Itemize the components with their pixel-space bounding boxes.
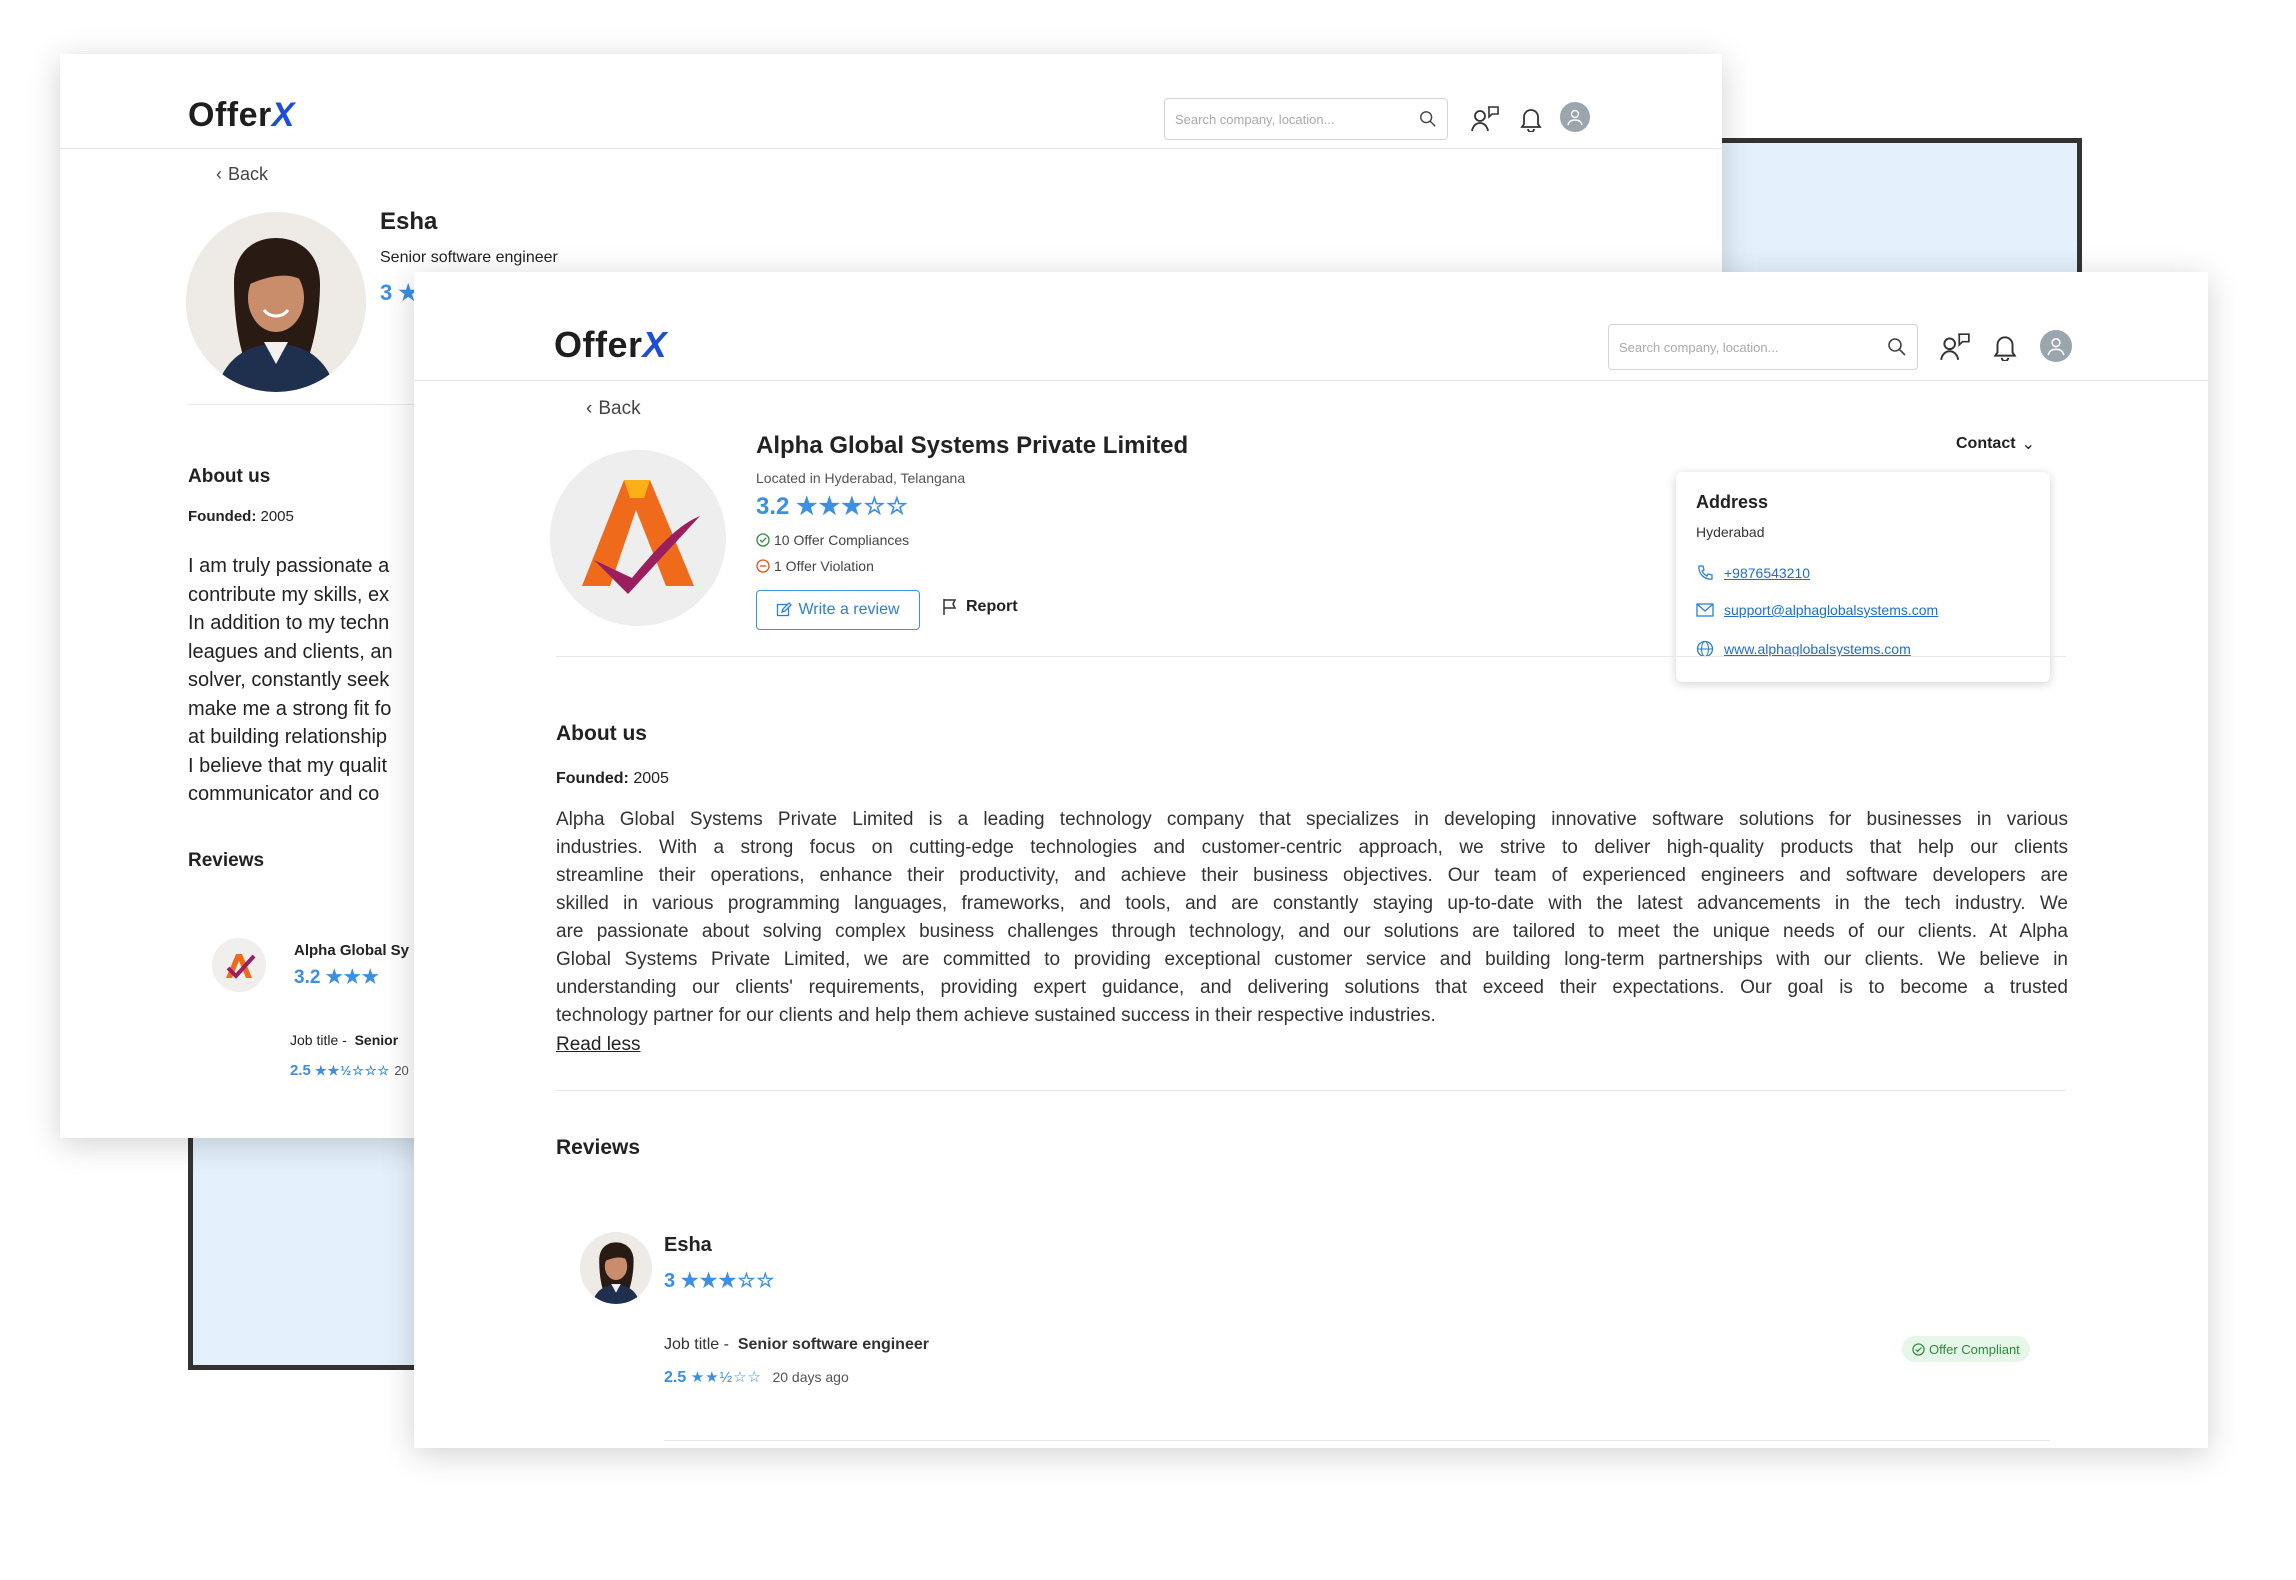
reviewer-avatar <box>186 212 366 392</box>
user-chat-icon[interactable] <box>1468 102 1502 136</box>
account-avatar-icon[interactable] <box>2040 330 2072 362</box>
about-text: I am truly passionate a contribute my sk… <box>188 555 393 805</box>
company-divider <box>556 656 2066 657</box>
phone-icon <box>1698 565 1713 580</box>
company-logo <box>550 450 726 626</box>
address-heading: Address <box>1696 492 1769 512</box>
search-icon <box>1420 111 1436 127</box>
header-divider <box>414 380 2208 381</box>
contact-toggle[interactable]: Contact ⌄ <box>1956 434 2035 454</box>
review-company-name: Alpha Global Sy <box>294 942 410 959</box>
back-link[interactable]: ‹ Back <box>216 164 268 185</box>
report-button[interactable]: Report <box>942 598 1018 616</box>
chevron-left-icon: ‹ <box>586 398 593 419</box>
review-rating: 2.5 ★★½☆☆☆ 20 <box>290 1062 409 1079</box>
email-link[interactable]: support@alphaglobalsystems.com <box>1724 602 1938 618</box>
check-circle-icon <box>756 533 770 547</box>
company-location: Located in Hyderabad, Telangana <box>756 470 966 486</box>
email-row[interactable]: support@alphaglobalsystems.com <box>1696 602 1938 618</box>
company-rating: 3.2 ★★★☆☆ <box>756 493 909 520</box>
search-input[interactable]: Search company, location... <box>1164 98 1448 140</box>
reviewer-rating: 3 ★★★☆☆ <box>664 1270 776 1292</box>
reviewer-avatar <box>580 1232 652 1304</box>
founded-info: Founded: 2005 <box>188 508 294 525</box>
write-review-button[interactable]: Write a review <box>756 590 920 630</box>
brand-logo[interactable]: OfferX <box>188 96 295 135</box>
user-chat-icon[interactable] <box>1936 328 1974 366</box>
phone-link[interactable]: +9876543210 <box>1724 565 1810 581</box>
violations-info: 1 Offer Violation <box>756 558 874 574</box>
company-profile-window: OfferX Search company, location... ‹ Back… <box>414 272 2208 1448</box>
about-text: Alpha Global Systems Private Limited is … <box>556 809 2068 1026</box>
about-divider <box>556 1090 2066 1091</box>
bell-icon[interactable] <box>1514 102 1548 136</box>
review-rating: 2.5 ★★½☆☆ 20 days ago <box>664 1369 849 1386</box>
about-heading: About us <box>556 722 647 745</box>
chevron-down-icon: ⌄ <box>2021 436 2035 453</box>
review-company-rating: 3.2 ★★★ <box>294 967 380 988</box>
search-icon <box>1888 338 1906 356</box>
compliances-info: 10 Offer Compliances <box>756 532 909 548</box>
offer-compliant-badge: Offer Compliant <box>1902 1336 2030 1362</box>
website-link[interactable]: www.alphaglobalsystems.com <box>1724 641 1911 657</box>
header-divider <box>60 148 1722 149</box>
about-heading: About us <box>188 466 271 487</box>
back-link[interactable]: ‹ Back <box>586 398 641 420</box>
backdrop-panel-left <box>188 1120 436 1370</box>
company-name: Alpha Global Systems Private Limited <box>756 432 1189 459</box>
address-value: Hyderabad <box>1696 524 1765 540</box>
minus-circle-icon <box>756 559 770 573</box>
company-logo-small <box>212 938 266 992</box>
check-circle-icon <box>1912 1342 1925 1356</box>
chevron-left-icon: ‹ <box>216 164 222 184</box>
edit-icon <box>777 602 793 617</box>
review-divider <box>664 1440 2050 1441</box>
flag-icon <box>943 599 957 615</box>
reviewer-job-title: Senior software engineer <box>380 249 558 266</box>
reviews-heading: Reviews <box>188 850 265 871</box>
account-avatar-icon[interactable] <box>1560 102 1590 132</box>
mail-icon <box>1696 603 1714 617</box>
phone-row[interactable]: +9876543210 <box>1696 564 1810 582</box>
reviewer-name: Esha <box>380 208 438 235</box>
contact-card: Address Hyderabad +9876543210 support@al… <box>1676 472 2050 682</box>
read-less-link[interactable]: Read less <box>556 1034 641 1056</box>
brand-logo[interactable]: OfferX <box>554 324 667 366</box>
review-job-title: Job title - Senior software engineer <box>664 1336 929 1353</box>
reviewer-name: Esha <box>664 1234 712 1256</box>
review-job-title: Job title - Senior <box>290 1032 399 1048</box>
bell-icon[interactable] <box>1986 328 2024 366</box>
search-input[interactable]: Search company, location... <box>1608 324 1918 370</box>
founded-info: Founded: 2005 <box>556 770 669 787</box>
reviews-heading: Reviews <box>556 1136 641 1159</box>
